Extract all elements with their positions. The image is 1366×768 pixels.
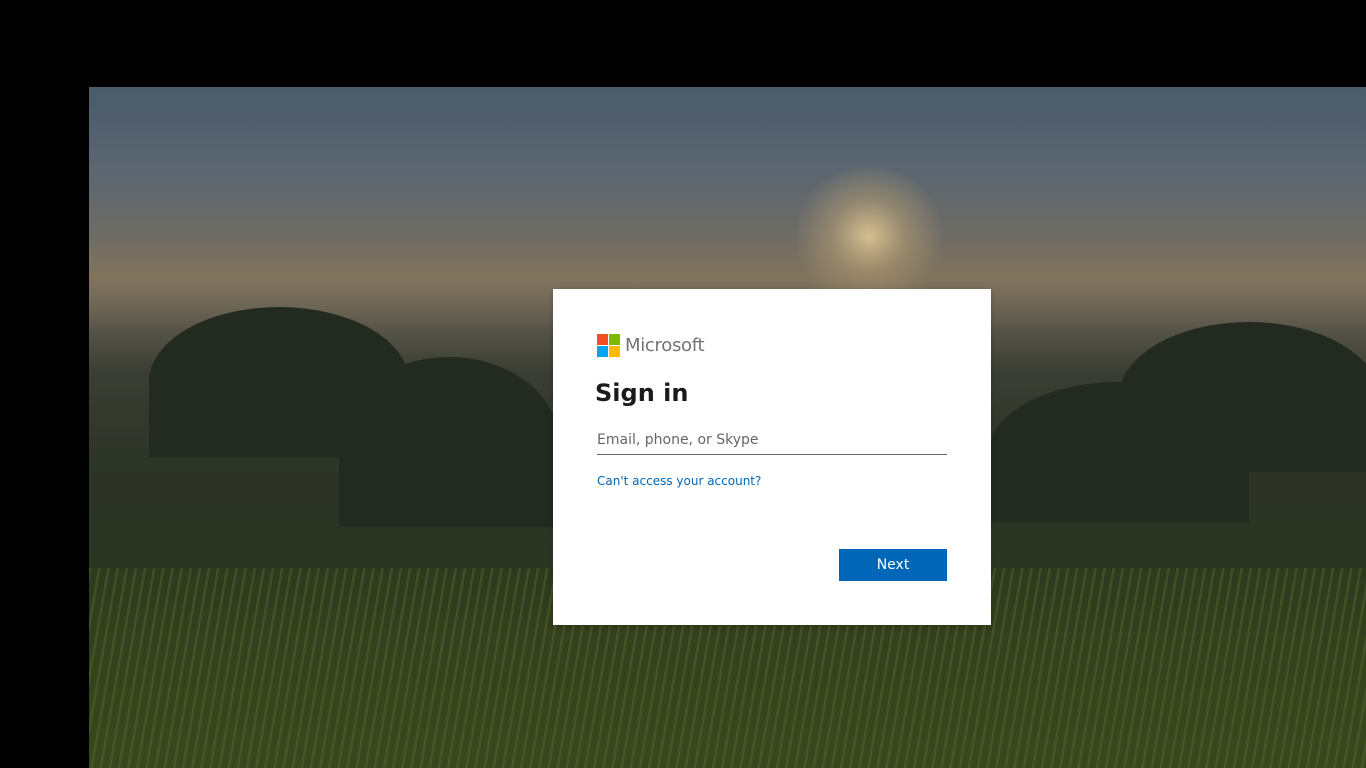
cant-access-account-link[interactable]: Can't access your account? (597, 474, 761, 488)
email-field[interactable] (597, 425, 947, 455)
next-button[interactable]: Next (839, 549, 947, 581)
signin-card: Microsoft Sign in Can't access your acco… (553, 289, 991, 625)
logo-square-yellow (609, 346, 620, 357)
microsoft-logo: Microsoft (597, 334, 705, 357)
microsoft-logo-icon (597, 334, 620, 357)
logo-square-blue (597, 346, 608, 357)
logo-wordmark: Microsoft (625, 335, 705, 356)
page-title: Sign in (595, 379, 689, 407)
logo-square-green (609, 334, 620, 345)
hill-center-right (989, 382, 1249, 522)
hill-center-left (339, 357, 559, 527)
logo-square-red (597, 334, 608, 345)
